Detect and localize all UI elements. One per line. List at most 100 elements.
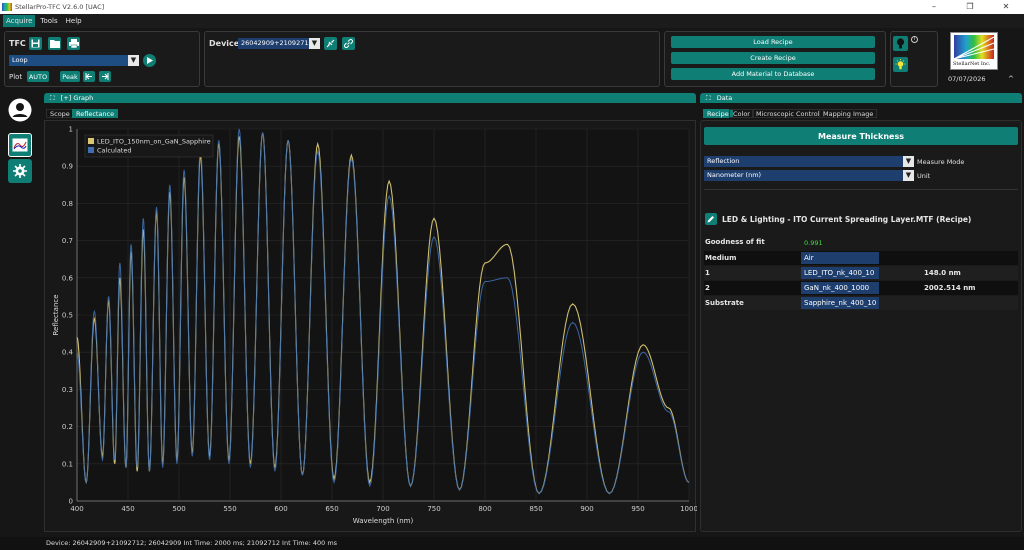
unit-select[interactable]: Nanometer (nm) ▼ [704, 170, 914, 181]
restore-icon[interactable]: ❐ [952, 0, 988, 14]
acquire-mode-value: Loop [12, 56, 28, 64]
tab-mapping-image[interactable]: Mapping Image [819, 109, 878, 118]
arrow-left-bar-icon [85, 73, 92, 80]
lightbulb-off-button[interactable] [893, 36, 908, 51]
recipe-buttons-panel: Load Recipe Create Recipe Add Material t… [664, 31, 886, 87]
status-bar: Device: 26042909+21092712; 26042909 Int … [0, 537, 1024, 550]
measure-mode-label: Measure Mode [917, 158, 965, 166]
open-button[interactable] [48, 37, 61, 50]
save-icon [31, 39, 40, 48]
y-tick-label: 0.5 [62, 312, 73, 320]
y-tick-label: 0.8 [62, 200, 73, 208]
disconnect-button[interactable] [324, 37, 337, 50]
y-tick-label: 0.6 [62, 274, 74, 282]
recipe-panel: Measure Thickness Reflection ▼ Measure M… [700, 120, 1022, 532]
app-icon [2, 3, 12, 11]
graph-frame: 400 450 500 550 600 650 700 750 800 850 900 950 1000… [44, 120, 698, 533]
x-tick-label: 800 [478, 505, 491, 513]
x-tick-label: 750 [427, 505, 440, 513]
create-recipe-button[interactable]: Create Recipe [671, 52, 875, 64]
peak-next-button[interactable] [99, 71, 111, 82]
layer-name: 1 [705, 269, 710, 277]
legend-entry: Calculated [97, 147, 131, 155]
run-button[interactable] [143, 54, 156, 67]
data-header: ⛶ Data [700, 93, 1022, 103]
expand-icon[interactable]: ⛶ [50, 94, 55, 102]
lightbulb-icon [896, 38, 905, 49]
legend-swatch [88, 147, 94, 153]
lightbulb-on-button[interactable] [893, 57, 908, 72]
print-button[interactable] [67, 37, 80, 50]
toolbar-area: TFC Loop ▼ Plot AUTO Peak Device 2604290… [0, 28, 1024, 90]
x-tick-label: 500 [172, 505, 185, 513]
menu-tools[interactable]: Tools [37, 15, 60, 27]
folder-icon [49, 40, 60, 48]
legend-swatch [88, 138, 94, 144]
date-label: 07/07/2026 [948, 75, 986, 83]
info-icon[interactable]: i [911, 36, 918, 43]
plug-icon [326, 39, 335, 48]
layer-material[interactable]: Air [801, 252, 879, 264]
play-icon [147, 57, 153, 64]
graph-view-button[interactable] [8, 133, 32, 157]
collapse-chevron-icon[interactable]: ^ [1008, 75, 1014, 83]
layer-name: Medium [705, 254, 737, 262]
tab-reflectance[interactable]: Reflectance [72, 109, 119, 118]
connect-button[interactable] [342, 37, 355, 50]
save-button[interactable] [29, 37, 42, 50]
menu-help[interactable]: Help [63, 15, 85, 27]
y-tick-label: 0 [69, 498, 73, 506]
x-tick-label: 400 [70, 505, 83, 513]
layer-material[interactable]: Sapphire_nk_400_10 [801, 297, 879, 309]
chart-icon [12, 138, 28, 152]
divider [704, 189, 1018, 190]
reflectance-chart[interactable]: 400 450 500 550 600 650 700 750 800 850 900 950 1000… [45, 121, 698, 533]
peak-button[interactable]: Peak [60, 71, 80, 82]
layer-material[interactable]: LED_ITO_nk_400_10 [801, 267, 879, 279]
load-recipe-button[interactable]: Load Recipe [671, 36, 875, 48]
pencil-icon [707, 216, 714, 223]
chevron-down-icon: ▼ [309, 38, 320, 49]
measure-mode-select[interactable]: Reflection ▼ [704, 156, 914, 167]
x-tick-label: 600 [274, 505, 287, 513]
y-axis-label: Reflectance [52, 294, 60, 335]
device-label: Device [209, 39, 240, 48]
tfc-label: TFC [9, 39, 26, 48]
device-value: 26042909+21092712 [241, 39, 313, 47]
menu-bar: Acquire Tools Help [0, 14, 1024, 28]
y-tick-label: 0.3 [62, 386, 73, 394]
layer-thickness: 2002.514 nm [924, 284, 976, 292]
minimize-icon[interactable]: – [916, 0, 952, 14]
peak-prev-button[interactable] [83, 71, 95, 82]
x-tick-label: 700 [376, 505, 389, 513]
gof-value: 0.991 [804, 239, 823, 247]
window-title: StellarPro-TFC V2.6.0 [UAC] [15, 3, 105, 11]
tab-microscopic-control[interactable]: Microscopic Control [752, 109, 824, 118]
menu-acquire[interactable]: Acquire [3, 15, 36, 27]
close-icon[interactable]: ✕ [988, 0, 1024, 14]
chevron-down-icon: ▼ [903, 170, 914, 181]
legend-entry: LED_ITO_150nm_on_GaN_Sapphire [97, 138, 211, 146]
tab-color[interactable]: Color [729, 109, 754, 118]
layer-material[interactable]: GaN_nk_400_1000 [801, 282, 879, 294]
layer-thickness: 148.0 nm [924, 269, 961, 277]
tab-scope[interactable]: Scope [46, 109, 74, 118]
title-bar: StellarPro-TFC V2.6.0 [UAC] – ❐ ✕ [0, 0, 1024, 14]
device-panel: Device 26042909+21092712 ▼ [204, 31, 660, 87]
device-select[interactable]: 26042909+21092712 ▼ [238, 38, 320, 49]
data-title: Data [716, 94, 733, 102]
acquire-mode-select[interactable]: Loop ▼ [9, 55, 139, 66]
gear-icon [13, 164, 27, 178]
layer-name: Substrate [705, 299, 744, 307]
y-tick-label: 0.4 [62, 349, 74, 357]
x-tick-label: 650 [325, 505, 338, 513]
edit-recipe-button[interactable] [705, 213, 717, 225]
chevron-down-icon: ▼ [128, 55, 139, 66]
light-panel: i [890, 31, 938, 87]
settings-button[interactable] [8, 159, 32, 183]
user-profile-button[interactable] [8, 98, 32, 122]
auto-scale-button[interactable]: AUTO [27, 71, 49, 82]
measure-thickness-button[interactable]: Measure Thickness [704, 127, 1018, 145]
add-material-button[interactable]: Add Material to Database [671, 68, 875, 80]
expand-icon[interactable]: ⛶ [706, 94, 711, 102]
